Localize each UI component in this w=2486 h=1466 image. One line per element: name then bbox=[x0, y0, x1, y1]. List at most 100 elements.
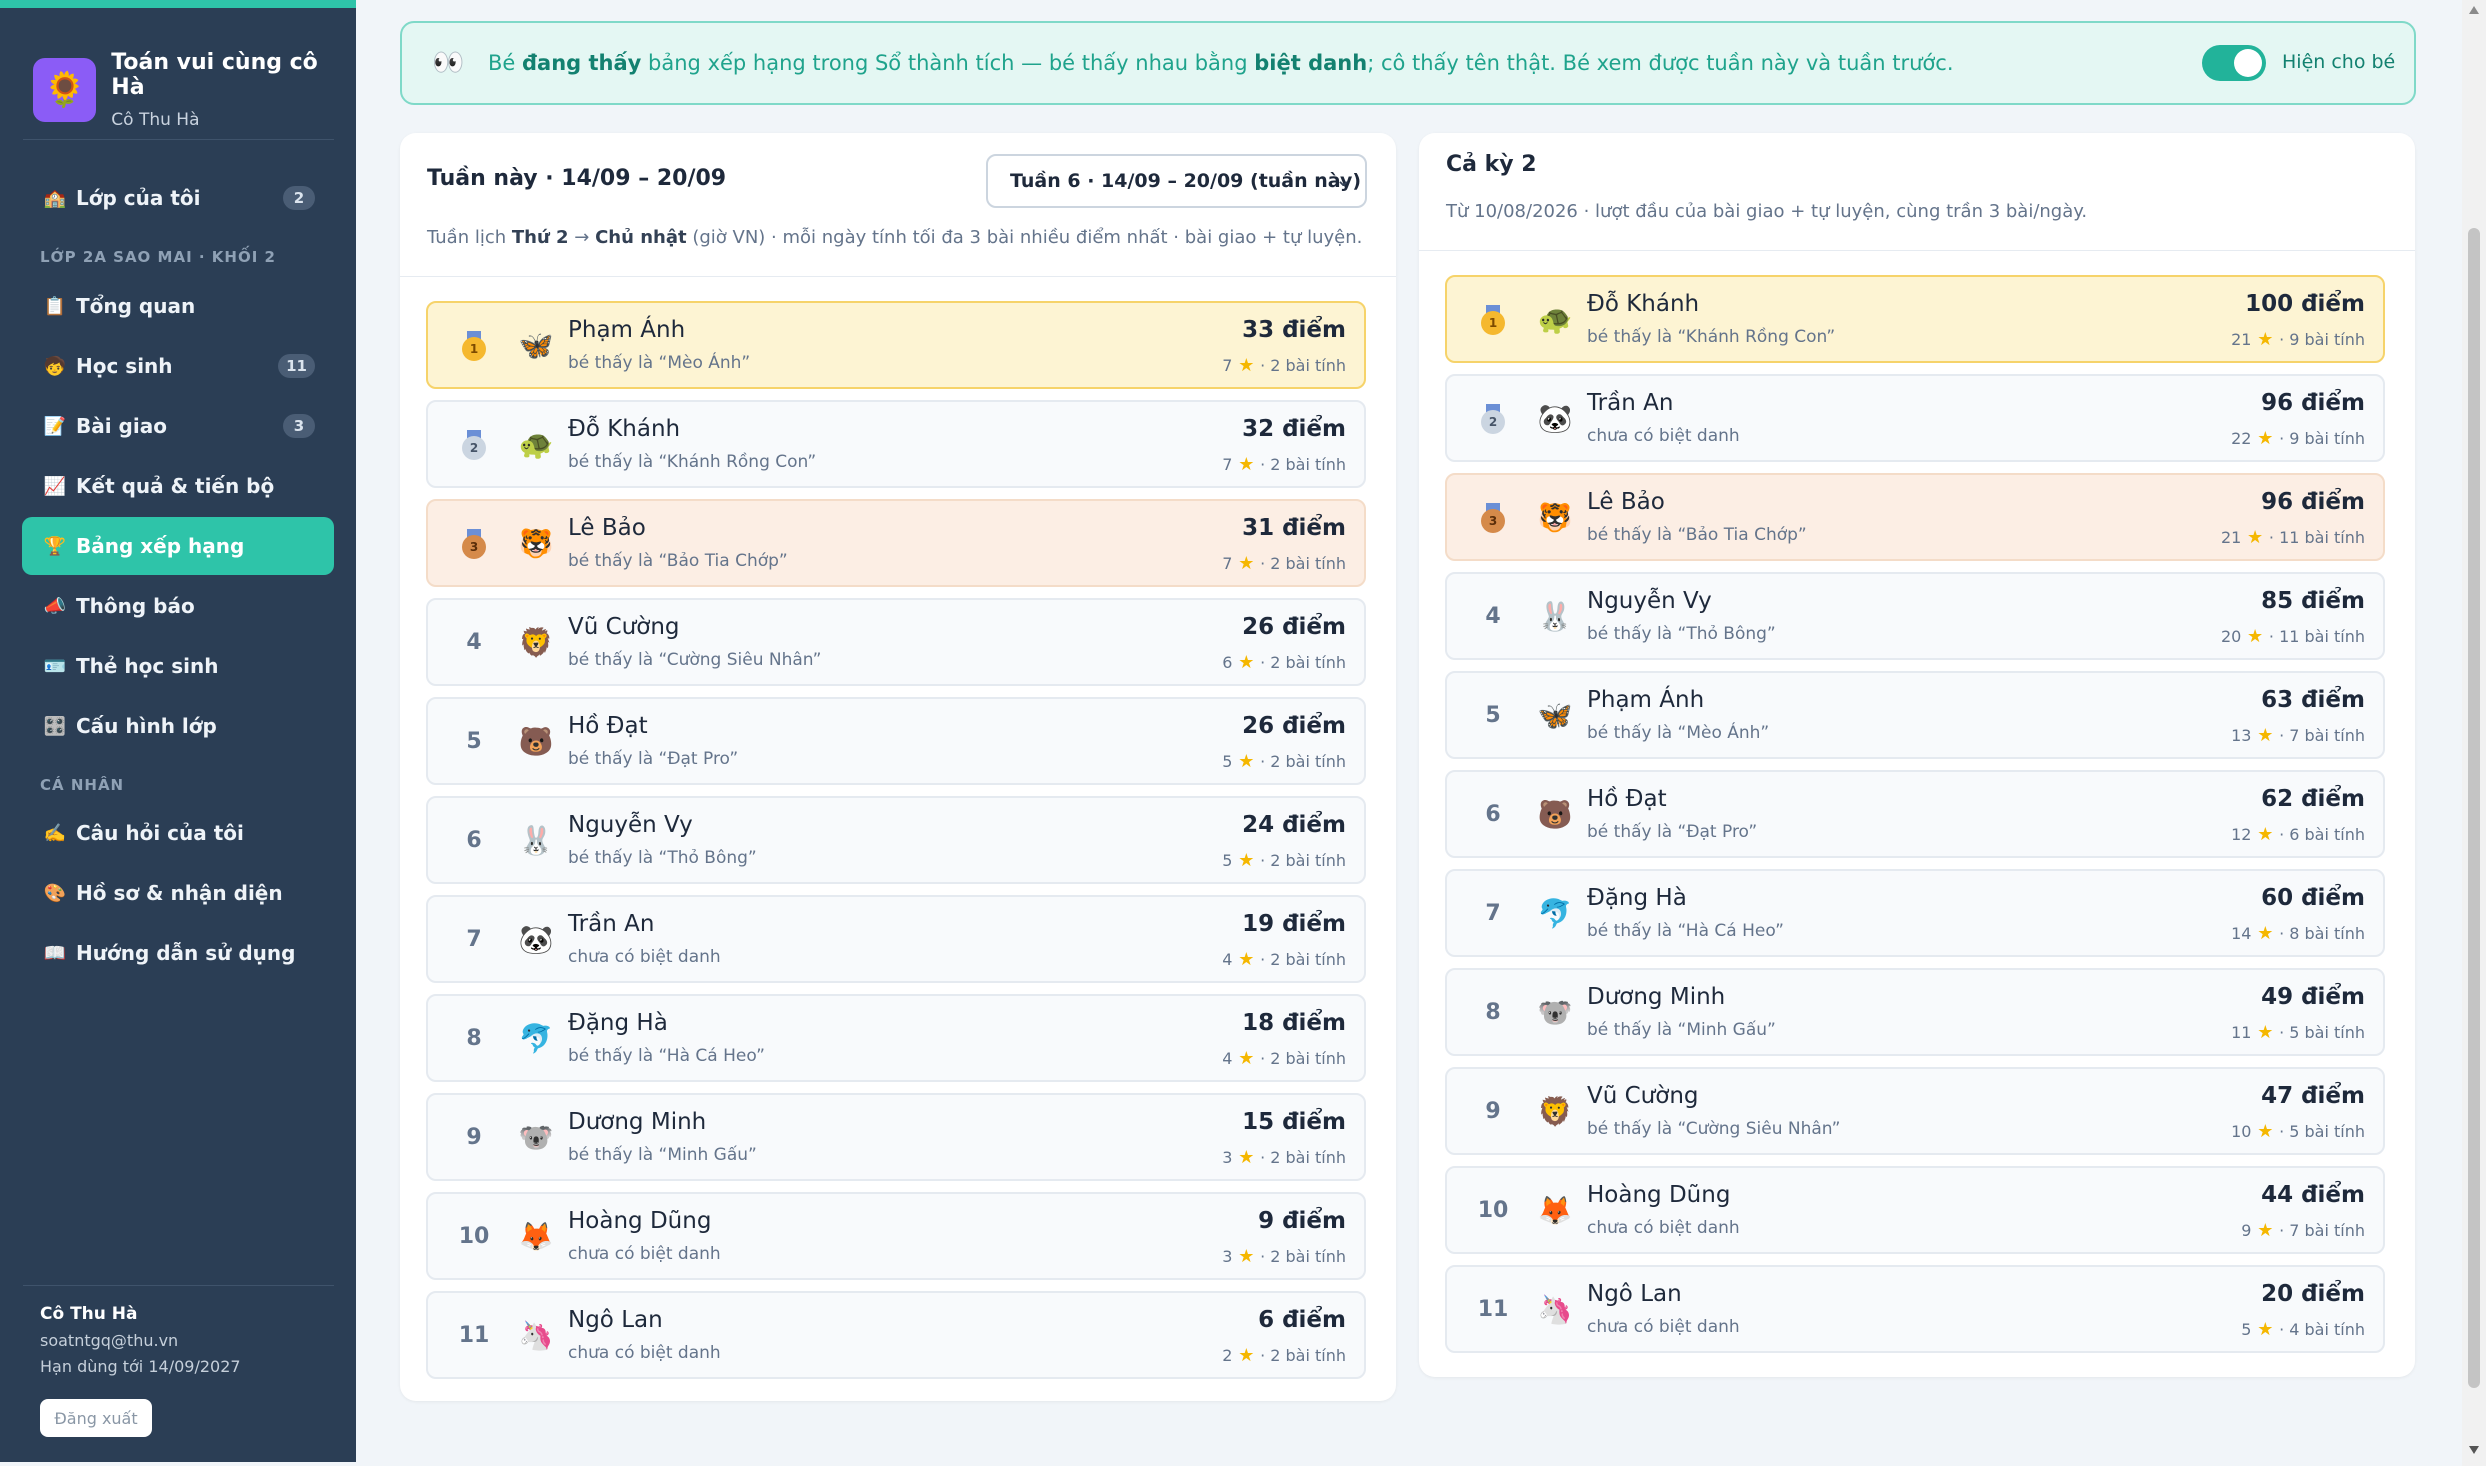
student-nickname: bé thấy là “Thỏ Bông” bbox=[1587, 624, 1776, 644]
sidebar-item-3[interactable]: 📝 Bài giao 3 bbox=[22, 397, 334, 455]
sidebar-item-1[interactable]: 📋 Tổng quan bbox=[22, 277, 334, 335]
leaderboard-row: 4 🐰 Nguyễn Vy bé thấy là “Thỏ Bông” 85 điểm 2… bbox=[1445, 572, 2385, 660]
score: 44 điểm bbox=[2261, 1182, 2365, 1208]
student-nickname: bé thấy là “Minh Gấu” bbox=[1587, 1020, 1776, 1040]
counted-exercises: · 11 bài tính bbox=[2268, 627, 2365, 646]
star-icon: ★ bbox=[2251, 1319, 2280, 1340]
star-icon: ★ bbox=[2251, 923, 2280, 944]
star-count: 12 bbox=[2231, 825, 2252, 844]
score: 15 điểm bbox=[1242, 1109, 1346, 1135]
menu-icon: 📋 bbox=[43, 295, 67, 317]
leaderboard-row: 1 🦋 Phạm Ánh bé thấy là “Mèo Ánh” 33 điểm 7 ★… bbox=[426, 301, 1366, 389]
leaderboard-row: 10 🦊 Hoàng Dũng chưa có biệt danh 9 điểm 3 ★ … bbox=[426, 1192, 1366, 1280]
leaderboard-row: 3 🐯 Lê Bảo bé thấy là “Bảo Tia Chớp” 31 điểm… bbox=[426, 499, 1366, 587]
star-count: 22 bbox=[2231, 429, 2252, 448]
page-scrollbar[interactable] bbox=[2462, 0, 2486, 1466]
star-icon: ★ bbox=[2251, 1220, 2280, 1241]
star-icon: ★ bbox=[2251, 1022, 2280, 1043]
leaderboard-row: 3 🐯 Lê Bảo bé thấy là “Bảo Tia Chớp” 96 điểm… bbox=[1445, 473, 2385, 561]
student-name: Hồ Đạt bbox=[568, 713, 648, 739]
score-meta: 11 ★ · 5 bài tính bbox=[2231, 1022, 2365, 1043]
score-meta: 4 ★ · 2 bài tính bbox=[1222, 949, 1346, 970]
score-meta: 7 ★ · 2 bài tính bbox=[1222, 553, 1346, 574]
banner-text: Bé đang thấy bảng xếp hạng trong Sổ thàn… bbox=[488, 51, 1954, 75]
student-name: Ngô Lan bbox=[568, 1307, 663, 1333]
student-nickname: chưa có biệt danh bbox=[1587, 426, 1740, 446]
sidebar-item-my-classes[interactable]: 🏫 Lớp của tôi 2 bbox=[22, 169, 334, 227]
student-nickname: bé thấy là “Đạt Pro” bbox=[1587, 822, 1758, 842]
student-nickname: chưa có biệt danh bbox=[568, 947, 721, 967]
scroll-down-arrow[interactable] bbox=[2469, 1446, 2479, 1454]
counted-exercises: · 7 bài tính bbox=[2279, 1221, 2365, 1240]
scrollbar-thumb[interactable] bbox=[2468, 228, 2480, 1388]
leaderboard-row: 9 🐨 Dương Minh bé thấy là “Minh Gấu” 15 điểm… bbox=[426, 1093, 1366, 1181]
sidebar-item-2[interactable]: 🧒 Học sinh 11 bbox=[22, 337, 334, 395]
student-name: Dương Minh bbox=[568, 1109, 707, 1135]
sidebar-item-label: Tổng quan bbox=[76, 294, 196, 318]
score-meta: 5 ★ · 2 bài tính bbox=[1222, 751, 1346, 772]
sidebar-item-7[interactable]: 🪪 Thẻ học sinh bbox=[22, 637, 334, 695]
sidebar-item-8[interactable]: 🎛️ Cấu hình lớp bbox=[22, 697, 334, 755]
star-count: 9 bbox=[2241, 1221, 2252, 1240]
weekly-description: Tuần lịch Thứ 2 → Chủ nhật (giờ VN) · mỗ… bbox=[427, 227, 1363, 248]
brand: 🌻 Toán vui cùng cô Hà Cô Thu Hà bbox=[33, 50, 356, 130]
sidebar-personal-item-1[interactable]: ✍️ Câu hỏi của tôi bbox=[22, 804, 334, 862]
student-name: Ngô Lan bbox=[1587, 1281, 1682, 1307]
sidebar-divider bbox=[23, 139, 334, 140]
leaderboard-row: 2 🐼 Trần An chưa có biệt danh 96 điểm 22 ★ · … bbox=[1445, 374, 2385, 462]
count-badge: 3 bbox=[283, 414, 315, 438]
score-meta: 21 ★ · 9 bài tính bbox=[2231, 329, 2365, 350]
rank-cell: 6 bbox=[466, 827, 482, 853]
student-name: Trần An bbox=[568, 911, 655, 937]
week-select[interactable]: Tuần 6 · 14/09 – 20/09 (tuần này) ⌄ bbox=[986, 154, 1367, 208]
logout-button[interactable]: Đăng xuất bbox=[40, 1399, 152, 1437]
star-count: 5 bbox=[1222, 752, 1233, 771]
sidebar-item-label: Thẻ học sinh bbox=[76, 654, 219, 678]
rank-cell: 1 bbox=[446, 303, 502, 387]
sidebar-personal-item-2[interactable]: 🎨 Hồ sơ & nhận diện bbox=[22, 864, 334, 922]
student-name: Đỗ Khánh bbox=[568, 416, 681, 442]
student-name: Phạm Ánh bbox=[568, 317, 686, 343]
counted-exercises: · 11 bài tính bbox=[2268, 528, 2365, 547]
avatar: 🐨 bbox=[518, 1120, 554, 1154]
avatar: 🦄 bbox=[1537, 1292, 1573, 1326]
student-nickname: chưa có biệt danh bbox=[568, 1244, 721, 1264]
score: 62 điểm bbox=[2261, 786, 2365, 812]
star-icon: ★ bbox=[2251, 725, 2280, 746]
student-name: Hoàng Dũng bbox=[568, 1208, 712, 1234]
leaderboard-row: 4 🦁 Vũ Cường bé thấy là “Cường Siêu Nhân” 26… bbox=[426, 598, 1366, 686]
star-icon: ★ bbox=[1232, 949, 1261, 970]
score: 60 điểm bbox=[2261, 885, 2365, 911]
score-meta: 2 ★ · 2 bài tính bbox=[1222, 1345, 1346, 1366]
score: 63 điểm bbox=[2261, 687, 2365, 713]
avatar: 🐰 bbox=[518, 823, 554, 857]
star-icon: ★ bbox=[2241, 527, 2269, 548]
rank-cell: 6 bbox=[1485, 801, 1501, 827]
leaderboard-row: 6 🐻 Hồ Đạt bé thấy là “Đạt Pro” 62 điểm 12 ★ … bbox=[1445, 770, 2385, 858]
scroll-up-arrow[interactable] bbox=[2469, 6, 2479, 14]
student-name: Vũ Cường bbox=[568, 614, 680, 640]
star-icon: ★ bbox=[1232, 1345, 1261, 1366]
brand-title: Toán vui cùng cô Hà bbox=[111, 50, 318, 100]
score: 33 điểm bbox=[1242, 317, 1346, 343]
sidebar-item-4[interactable]: 📈 Kết quả & tiến bộ bbox=[22, 457, 334, 515]
leaderboard-row: 10 🦊 Hoàng Dũng chưa có biệt danh 44 điểm 9 ★… bbox=[1445, 1166, 2385, 1254]
score: 100 điểm bbox=[2245, 291, 2365, 317]
menu-icon: 🎨 bbox=[43, 882, 67, 904]
sidebar-personal-item-3[interactable]: 📖 Hướng dẫn sử dụng bbox=[22, 924, 334, 982]
star-icon: ★ bbox=[1232, 1048, 1261, 1069]
menu-icon: ✍️ bbox=[43, 822, 67, 844]
sidebar-item-6[interactable]: 📣 Thông báo bbox=[22, 577, 334, 635]
leaderboard-row: 7 🐬 Đặng Hà bé thấy là “Hà Cá Heo” 60 điểm 14… bbox=[1445, 869, 2385, 957]
score: 19 điểm bbox=[1242, 911, 1346, 937]
leaderboard-row: 11 🦄 Ngô Lan chưa có biệt danh 6 điểm 2 ★ · 2… bbox=[426, 1291, 1366, 1379]
star-count: 21 bbox=[2231, 330, 2252, 349]
student-nickname: bé thấy là “Đạt Pro” bbox=[568, 749, 739, 769]
show-to-kids-toggle[interactable] bbox=[2202, 45, 2266, 81]
student-nickname: bé thấy là “Cường Siêu Nhân” bbox=[1587, 1119, 1841, 1139]
star-icon: ★ bbox=[1232, 751, 1261, 772]
rank-cell: 7 bbox=[1485, 900, 1501, 926]
counted-exercises: · 6 bài tính bbox=[2279, 825, 2365, 844]
sidebar-item-5[interactable]: 🏆 Bảng xếp hạng bbox=[22, 517, 334, 575]
score-meta: 7 ★ · 2 bài tính bbox=[1222, 355, 1346, 376]
